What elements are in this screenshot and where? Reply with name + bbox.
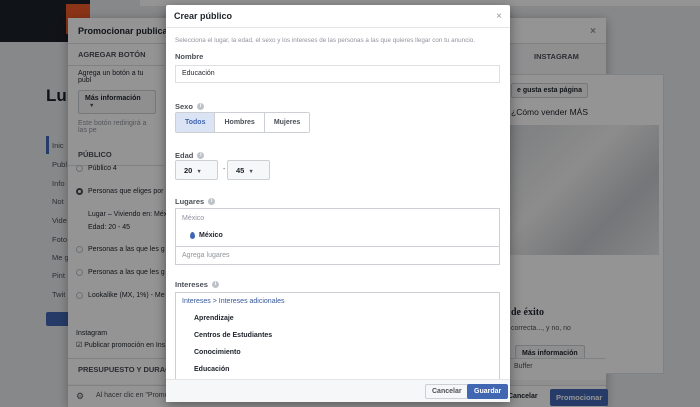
audience-name-input[interactable]: Educación: [175, 65, 500, 83]
modal-footer: Cancelar Guardar: [166, 379, 510, 402]
modal-description: Selecciona el lugar, la edad, el sexo y …: [175, 37, 475, 44]
chevron-down-icon: ▼: [248, 169, 254, 175]
places-label: Lugares i: [175, 197, 216, 206]
sex-segmented-control: Todos Hombres Mujeres: [175, 112, 311, 133]
age-min-dropdown[interactable]: 20 ▼: [175, 160, 218, 180]
info-icon[interactable]: i: [197, 152, 205, 159]
age-separator: -: [223, 166, 226, 173]
info-icon[interactable]: i: [211, 281, 219, 288]
create-audience-modal: Crear público × Selecciona el lugar, la …: [166, 5, 510, 402]
info-icon[interactable]: i: [196, 103, 204, 110]
interest-item[interactable]: Educación: [194, 366, 229, 373]
modal-title: Crear público: [174, 11, 233, 21]
close-icon[interactable]: ×: [496, 11, 502, 22]
interests-box: Intereses > Intereses adicionales Aprend…: [175, 292, 500, 379]
age-max-dropdown[interactable]: 45 ▼: [227, 160, 270, 180]
age-label: Edad i: [175, 151, 205, 160]
sex-option-women[interactable]: Mujeres: [263, 113, 310, 132]
interests-breadcrumb[interactable]: Intereses > Intereses adicionales: [182, 298, 285, 305]
interest-item[interactable]: Aprendizaje: [194, 315, 234, 322]
place-tag[interactable]: México: [190, 232, 223, 239]
interest-item[interactable]: Centros de Estudiantes: [194, 332, 272, 339]
sex-option-all[interactable]: Todos: [176, 113, 215, 132]
sex-label: Sexo i: [175, 102, 204, 111]
modal-header: Crear público ×: [166, 5, 510, 28]
interest-item[interactable]: Conocimiento: [194, 349, 241, 356]
modal-body: Selecciona el lugar, la edad, el sexo y …: [166, 28, 510, 379]
add-places-input[interactable]: Agrega lugares: [176, 246, 499, 265]
info-icon[interactable]: i: [208, 198, 216, 205]
name-label: Nombre: [175, 52, 204, 61]
interests-label: Intereses i: [175, 280, 219, 289]
location-pin-icon: [190, 232, 195, 239]
chevron-down-icon: ▼: [196, 169, 202, 175]
cancel-button[interactable]: Cancelar: [425, 384, 469, 399]
places-box: México México Agrega lugares: [175, 208, 500, 265]
places-country-header: México: [182, 215, 205, 222]
save-button[interactable]: Guardar: [467, 384, 509, 399]
sex-option-men[interactable]: Hombres: [214, 113, 264, 132]
